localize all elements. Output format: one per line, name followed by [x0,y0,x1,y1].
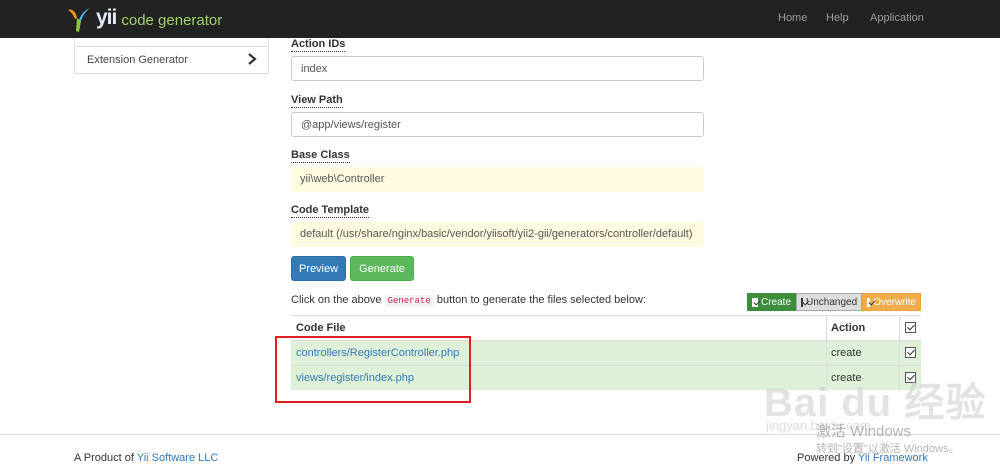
nav-home-link[interactable]: Home [778,12,807,24]
checkbox-icon [752,297,758,307]
hint-after: button to generate the files selected be… [433,294,646,306]
hint-before: Click on the above [291,294,385,306]
brand-yii-text: yii [96,6,117,29]
legend-unchanged-label: Unchanged [806,296,858,308]
base-class-label: Base Class [291,149,350,163]
view-path-label: View Path [291,94,343,108]
header-action: Action [831,322,866,334]
yii-logo-icon [68,8,90,32]
select-all-checkbox[interactable] [905,322,916,333]
view-path-input[interactable]: @app/views/register [291,112,704,137]
brand-logo[interactable]: yii code generator [64,3,222,35]
windows-activation-subtext: 转到"设置"以激活 Windows。 [816,443,960,455]
column-divider [826,341,827,366]
column-divider [899,316,900,341]
annotation-highlight-box [275,336,471,403]
action-ids-input[interactable]: index [291,56,704,81]
generate-hint: Click on the above Generate button to ge… [291,294,646,307]
generate-button[interactable]: Generate [350,256,414,281]
legend-create-label: Create [760,296,791,308]
footer-left-prefix: A Product of [74,452,137,464]
chevron-right-icon [248,53,257,65]
checkbox-icon [867,297,871,307]
legend-create[interactable]: Create [747,293,796,311]
navbar: yii code generator Home Help Application [0,0,1000,38]
hint-code: Generate [384,295,434,307]
checkbox-icon [801,297,803,307]
sidebar-item-label: Extension Generator [87,54,188,66]
column-divider [899,341,900,366]
row-action: create [831,347,862,359]
brand-title: code generator [121,12,223,29]
action-ids-label: Action IDs [291,38,346,52]
legend-overwrite-label: Overwrite [873,296,916,308]
column-divider [826,316,827,341]
row-checkbox[interactable] [905,347,916,358]
sidebar-item-extension-generator[interactable]: Extension Generator [74,47,269,74]
nav-help-link[interactable]: Help [826,12,849,24]
code-template-select[interactable]: default (/usr/share/nginx/basic/vendor/y… [291,222,704,247]
legend-unchanged[interactable]: Unchanged [796,293,862,311]
footer-left: A Product of Yii Software LLC [74,452,218,464]
sidebar-prev-item[interactable] [74,38,269,47]
legend-overwrite[interactable]: Overwrite [862,293,921,311]
yii-software-link[interactable]: Yii Software LLC [137,452,219,464]
preview-button[interactable]: Preview [291,256,346,281]
code-template-label: Code Template [291,204,370,218]
nav-application-link[interactable]: Application [870,12,924,24]
base-class-input[interactable]: yii\web\Controller [291,167,704,192]
windows-activation-watermark: 激活 Windows [816,423,912,440]
header-code-file: Code File [296,322,346,334]
